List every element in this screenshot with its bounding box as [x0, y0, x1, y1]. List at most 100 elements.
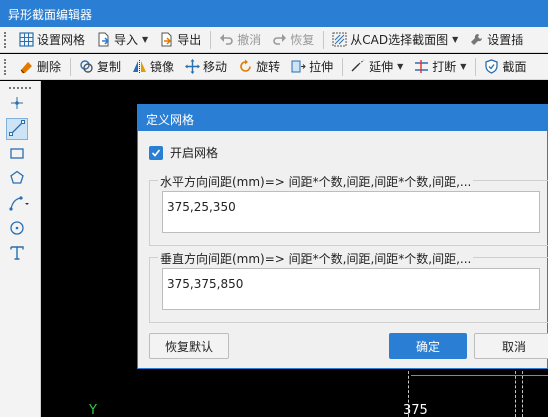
horizontal-spacing-input[interactable]: 375,25,350 — [162, 191, 540, 233]
export-button[interactable]: 导出 — [154, 29, 205, 51]
select-from-cad-label: 从CAD选择截面图 — [350, 33, 449, 47]
toolbar-separator — [70, 57, 72, 76]
drawing-tools-panel — [0, 81, 41, 417]
delete-label: 删除 — [37, 60, 62, 74]
break-icon — [413, 59, 429, 75]
section-label: 截面 — [502, 60, 527, 74]
section-button[interactable]: 截面 — [479, 56, 530, 78]
grid-line — [515, 371, 516, 417]
point-icon — [9, 95, 25, 114]
toolbar-separator — [475, 57, 477, 76]
break-button[interactable]: 打断 ▼ — [409, 56, 470, 78]
vertical-spacing-group: 垂直方向间距(mm)=> 间距*个数,间距,间距*个数,间距,... 375,3… — [149, 250, 548, 323]
cad-select-icon — [331, 32, 347, 48]
copy-label: 复制 — [97, 60, 122, 74]
rotate-label: 旋转 — [256, 60, 281, 74]
circle-tool-button[interactable] — [6, 218, 28, 240]
dialog-title-bar[interactable]: 定义网格 — [138, 105, 547, 131]
ok-button[interactable]: 确定 — [389, 333, 467, 359]
point-tool-button[interactable] — [6, 93, 28, 115]
cancel-button[interactable]: 取消 — [474, 333, 548, 359]
vertical-spacing-input[interactable]: 375,375,850 — [162, 268, 540, 310]
vertical-spacing-legend: 垂直方向间距(mm)=> 间距*个数,间距,间距*个数,间距,... — [158, 250, 474, 267]
polygon-tool-button[interactable] — [6, 168, 28, 190]
y-axis-label: Y — [89, 403, 97, 417]
mirror-button[interactable]: 镜像 — [127, 56, 178, 78]
undo-button[interactable]: 撤消 — [214, 29, 265, 51]
horizontal-spacing-group: 水平方向间距(mm)=> 间距*个数,间距,间距*个数,间距,... 375,2… — [149, 173, 548, 246]
stretch-button[interactable]: 拉伸 — [286, 56, 337, 78]
delete-button[interactable]: 删除 — [14, 56, 65, 78]
main-toolbar: 设置网格 导入 ▼ 导出 撤消 恢复 从CAD选择截面图 ▼ 设置插 — [0, 27, 548, 53]
stretch-icon — [290, 59, 306, 75]
undo-icon — [218, 32, 234, 48]
dimension-label: 375 — [403, 403, 428, 417]
cad-dropdown-icon[interactable]: ▼ — [452, 35, 458, 44]
dialog-title: 定义网格 — [146, 113, 195, 127]
break-label: 打断 — [432, 60, 457, 74]
move-label: 移动 — [203, 60, 228, 74]
mirror-icon — [131, 59, 147, 75]
copy-icon — [78, 59, 94, 75]
shield-icon — [483, 59, 499, 75]
extend-dropdown-icon[interactable]: ▼ — [397, 62, 403, 71]
import-icon — [95, 32, 111, 48]
break-dropdown-icon[interactable]: ▼ — [460, 62, 466, 71]
export-label: 导出 — [177, 33, 202, 47]
check-icon — [151, 148, 161, 157]
polyline-icon — [9, 195, 31, 214]
import-button[interactable]: 导入 ▼ — [91, 29, 152, 51]
polyline-tool-button[interactable] — [6, 193, 34, 215]
eraser-icon — [18, 59, 34, 75]
pentagon-icon — [9, 170, 25, 189]
extend-label: 延伸 — [369, 60, 394, 74]
toolbar-grip[interactable] — [4, 58, 10, 75]
line-icon — [9, 119, 25, 139]
edit-toolbar: 删除 复制 镜像 移动 旋转 拉伸 延伸 ▼ 打断 ▼ 截面 — [0, 54, 548, 80]
mirror-label: 镜像 — [150, 60, 175, 74]
import-label: 导入 — [114, 33, 139, 47]
extend-icon — [350, 59, 366, 75]
grid-line — [522, 371, 523, 417]
redo-label: 恢复 — [290, 33, 315, 47]
horizontal-spacing-legend: 水平方向间距(mm)=> 间距*个数,间距,间距*个数,间距,... — [158, 173, 474, 190]
move-icon — [184, 59, 200, 75]
set-insert-label: 设置插 — [487, 33, 524, 47]
rectangle-icon — [9, 145, 25, 164]
set-insert-button[interactable]: 设置插 — [464, 29, 527, 51]
toolbar-separator — [210, 30, 212, 49]
toolbar-separator — [342, 57, 344, 76]
undo-label: 撤消 — [237, 33, 262, 47]
set-grid-button[interactable]: 设置网格 — [14, 29, 89, 51]
set-grid-label: 设置网格 — [37, 33, 86, 47]
wrench-icon — [468, 32, 484, 48]
text-tool-button[interactable] — [6, 243, 28, 265]
app-title: 异形截面编辑器 — [8, 8, 93, 22]
panel-grip[interactable] — [9, 87, 31, 89]
redo-icon — [271, 32, 287, 48]
copy-button[interactable]: 复制 — [74, 56, 125, 78]
extend-button[interactable]: 延伸 ▼ — [346, 56, 407, 78]
enable-grid-label: 开启网格 — [170, 146, 219, 160]
axis-line — [411, 375, 548, 376]
circle-icon — [9, 220, 25, 239]
select-from-cad-button[interactable]: 从CAD选择截面图 ▼ — [327, 29, 462, 51]
grid-icon — [18, 32, 34, 48]
redo-button[interactable]: 恢复 — [267, 29, 318, 51]
toolbar-separator — [323, 30, 325, 49]
import-dropdown-icon[interactable]: ▼ — [142, 35, 148, 44]
rotate-icon — [237, 59, 253, 75]
enable-grid-checkbox-row[interactable]: 开启网格 — [149, 144, 218, 161]
export-icon — [158, 32, 174, 48]
app-title-bar: 异形截面编辑器 — [0, 0, 548, 27]
toolbar-grip[interactable] — [4, 31, 10, 48]
enable-grid-checkbox[interactable] — [149, 145, 163, 160]
rotate-button[interactable]: 旋转 — [233, 56, 284, 78]
text-icon — [9, 245, 25, 264]
rectangle-tool-button[interactable] — [6, 143, 28, 165]
define-grid-dialog: 定义网格 开启网格 水平方向间距(mm)=> 间距*个数,间距,间距*个数,间距… — [137, 104, 548, 369]
reset-default-button[interactable]: 恢复默认 — [149, 333, 229, 359]
stretch-label: 拉伸 — [309, 60, 334, 74]
move-button[interactable]: 移动 — [180, 56, 231, 78]
line-tool-button[interactable] — [6, 118, 28, 140]
